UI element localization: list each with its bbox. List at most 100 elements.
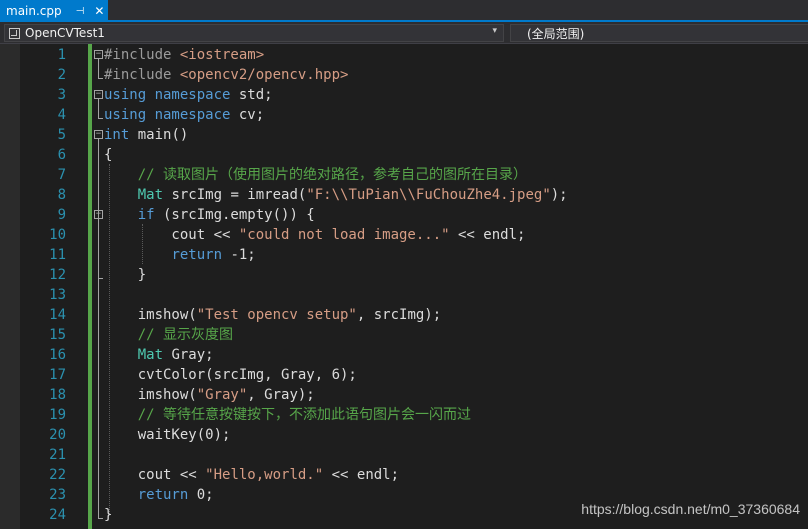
code-line[interactable]: {	[104, 145, 112, 165]
line-number: 13	[49, 287, 66, 303]
code-line[interactable]: cvtColor(srcImg, Gray, 6);	[104, 365, 357, 385]
code-line[interactable]: }	[104, 505, 112, 525]
fold-collapse-icon[interactable]: −	[94, 130, 103, 139]
code-token: "Hello,world."	[205, 467, 324, 483]
code-token: }	[104, 507, 113, 523]
code-token: return	[171, 247, 223, 263]
code-line[interactable]: using namespace cv;	[104, 105, 264, 125]
close-icon[interactable]: ✕	[94, 4, 104, 18]
code-token: }	[104, 267, 147, 283]
code-line[interactable]: using namespace std;	[104, 85, 273, 105]
fold-end	[98, 118, 103, 119]
code-token: // 读取图片（使用图片的绝对路径，参考自己的图所在目录）	[104, 167, 527, 183]
tab-main-cpp[interactable]: main.cpp ⊣ ✕	[0, 0, 108, 22]
code-token: return	[137, 487, 189, 503]
line-number: 5	[57, 127, 66, 143]
chevron-down-icon[interactable]: ▾	[492, 26, 497, 36]
navigation-bar: OpenCVTest1 ▾ (全局范围)	[0, 22, 808, 44]
code-token: , srcImg);	[356, 307, 442, 323]
code-line[interactable]: cout << "could not load image..." << end…	[104, 225, 525, 245]
code-token: (srcImg.empty()) {	[154, 207, 315, 223]
line-number: 11	[49, 247, 66, 263]
scope-label: (全局范围)	[527, 26, 585, 41]
fold-collapse-icon[interactable]: −	[94, 90, 103, 99]
scope-dropdown[interactable]: (全局范围)	[510, 24, 808, 42]
code-token: imshow(	[104, 387, 197, 403]
code-line[interactable]: // 等待任意按键按下，不添加此语句图片会一闪而过	[104, 405, 471, 425]
line-number: 2	[57, 67, 66, 83]
line-number: 21	[49, 447, 66, 463]
code-line[interactable]: int main()	[104, 125, 188, 145]
fold-collapse-icon[interactable]: −	[94, 210, 103, 219]
line-number: 8	[57, 187, 66, 203]
fold-guide	[98, 59, 99, 79]
code-line[interactable]: #include <iostream>	[104, 45, 264, 65]
line-number: 3	[57, 87, 66, 103]
code-line[interactable]: if (srcImg.empty()) {	[104, 205, 315, 225]
code-line[interactable]: // 显示灰度图	[104, 325, 233, 345]
code-token: 0;	[188, 487, 214, 503]
line-number: 23	[49, 487, 66, 503]
fold-end	[98, 518, 103, 519]
fold-guide	[98, 139, 99, 519]
change-tracking-bar	[88, 44, 92, 529]
line-number: 16	[49, 347, 66, 363]
line-number: 15	[49, 327, 66, 343]
code-line[interactable]: imshow("Gray", Gray);	[104, 385, 315, 405]
code-token: // 等待任意按键按下，不添加此语句图片会一闪而过	[104, 407, 471, 423]
project-dropdown[interactable]: OpenCVTest1 ▾	[4, 24, 504, 42]
code-token: {	[104, 147, 113, 163]
code-token: Gray;	[163, 347, 214, 363]
line-number: 6	[57, 147, 66, 163]
fold-collapse-icon[interactable]: −	[94, 50, 103, 59]
code-token: , Gray);	[247, 387, 315, 403]
code-token: // 显示灰度图	[104, 327, 234, 343]
line-number: 4	[57, 107, 66, 123]
code-token: #include	[104, 67, 180, 83]
code-token: waitKey(0);	[104, 427, 231, 443]
code-token: <iostream>	[179, 47, 265, 63]
code-token: cv;	[230, 107, 265, 123]
code-line[interactable]: imshow("Test opencv setup", srcImg);	[104, 305, 441, 325]
code-token: << endl;	[449, 227, 526, 243]
code-line[interactable]: // 读取图片（使用图片的绝对路径，参考自己的图所在目录）	[104, 165, 527, 185]
code-line[interactable]: return 0;	[104, 485, 214, 505]
code-line[interactable]: return -1;	[104, 245, 256, 265]
code-line[interactable]: Mat srcImg = imread("F:\\TuPian\\FuChouZ…	[104, 185, 568, 205]
code-line[interactable]: #include <opencv2/opencv.hpp>	[104, 65, 348, 85]
line-number: 7	[57, 167, 66, 183]
project-icon	[9, 27, 20, 39]
code-token: Mat	[137, 347, 164, 363]
editor-margin	[0, 44, 20, 529]
tab-title: main.cpp	[6, 4, 62, 18]
code-line[interactable]: }	[104, 265, 146, 285]
project-name: OpenCVTest1	[25, 26, 105, 40]
line-number: 20	[49, 427, 66, 443]
line-number: 10	[49, 227, 66, 243]
code-token: );	[550, 187, 568, 203]
code-token: int	[104, 127, 130, 143]
line-number: 1	[57, 47, 66, 63]
fold-end	[98, 78, 103, 79]
code-line[interactable]: cout << "Hello,world." << endl;	[104, 465, 399, 485]
code-token: cout <<	[104, 467, 206, 483]
pin-icon[interactable]: ⊣	[76, 6, 85, 17]
code-line[interactable]: Mat Gray;	[104, 345, 214, 365]
fold-end	[98, 278, 103, 279]
code-token: if	[137, 207, 155, 223]
code-token: srcImg = imread(	[163, 187, 307, 203]
code-token: "Gray"	[196, 387, 248, 403]
code-line[interactable]: waitKey(0);	[104, 425, 231, 445]
code-editor[interactable]: − − − − #include <iostream> #include <ope…	[0, 44, 808, 529]
fold-guide	[98, 99, 99, 119]
code-token: -1;	[222, 247, 256, 263]
line-number: 17	[49, 367, 66, 383]
code-token: Mat	[137, 187, 164, 203]
code-token: "F:\\TuPian\\FuChouZhe4.jpeg"	[306, 187, 551, 203]
line-number: 24	[49, 507, 66, 523]
code-token: "Test opencv setup"	[196, 307, 357, 323]
